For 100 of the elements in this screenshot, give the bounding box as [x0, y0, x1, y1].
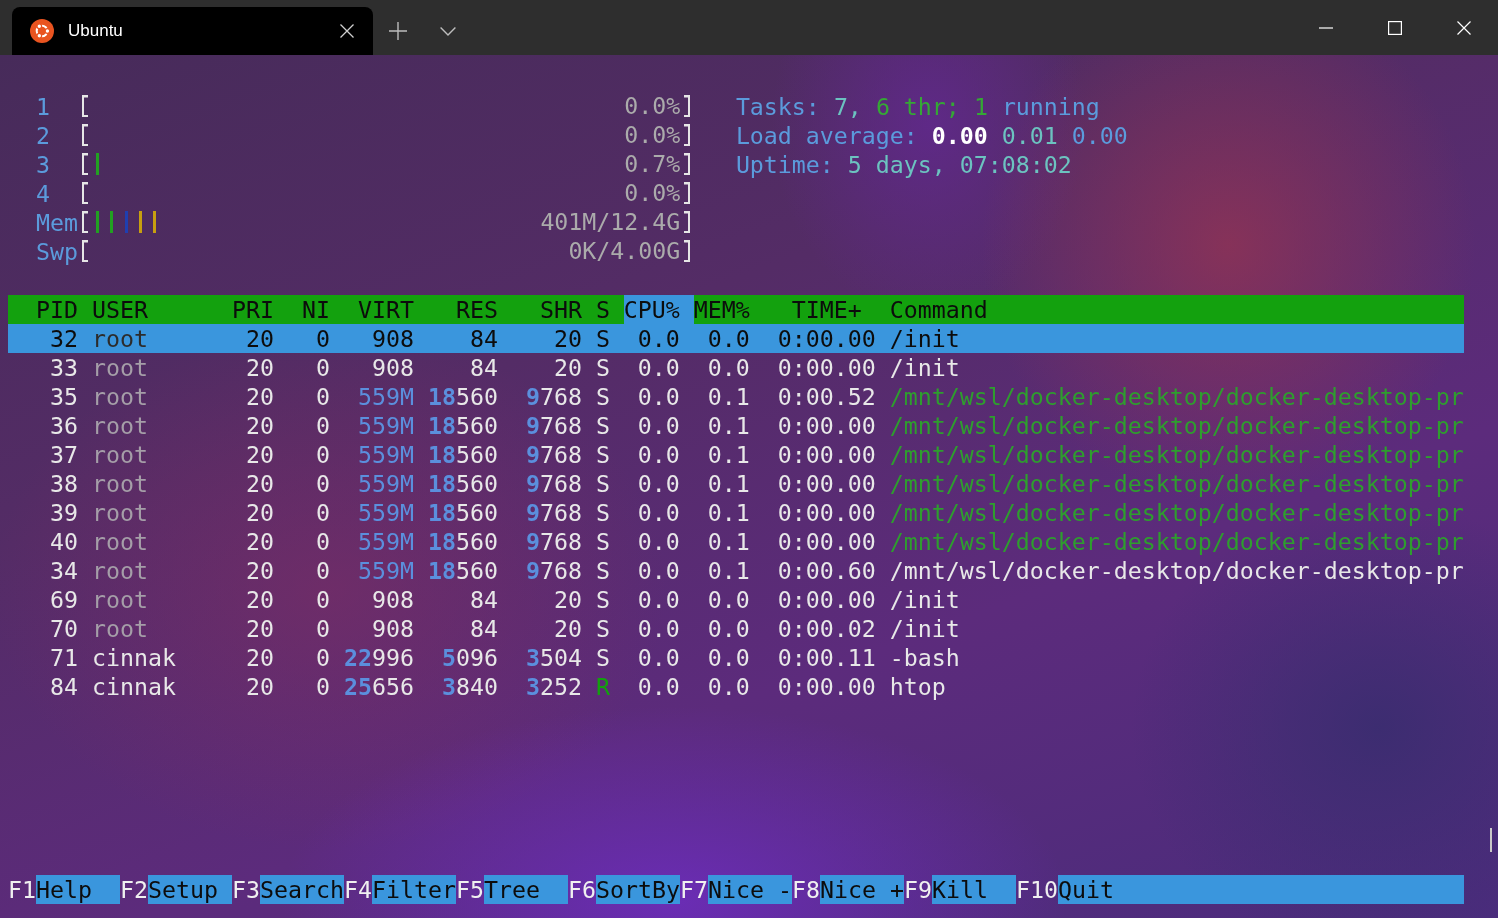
column-header[interactable]: CPU% [623, 294, 694, 324]
nice-value: 0 [315, 352, 330, 382]
resident-memory: 84 [469, 323, 498, 353]
process-row[interactable]: 39 root 20 0 559M 18560 9768 S 0.0 0.1 0:00.00 /mnt/wsl/docker-desktop/docker-desktop-pr [8, 497, 1464, 527]
memory-percent: 0.1 [707, 526, 750, 556]
command-text: /mnt/wsl/docker-desktop/docker-desktop-pr [889, 381, 1464, 411]
command-text: /mnt/wsl/docker-desktop/docker-desktop-pr [889, 497, 1464, 527]
scrollbar-thumb[interactable] [1490, 828, 1492, 852]
priority-value: 20 [245, 410, 274, 440]
meter-label: 2 [36, 120, 50, 150]
nice-value: 0 [315, 526, 330, 556]
process-row[interactable]: 84 cinnak 20 0 25656 3840 3252 R 0.0 0.0 0:00.00 htop [8, 671, 1464, 701]
state-letter: S [595, 642, 610, 672]
column-header[interactable]: S [595, 294, 610, 324]
process-id: 33 [50, 352, 78, 382]
cpu-percent: 0.0 [637, 555, 680, 585]
meter-label: Mem [36, 207, 78, 237]
cpu-percent: 0.0 [637, 613, 680, 643]
process-id: 36 [50, 410, 78, 440]
virtual-memory: 559M [357, 555, 414, 585]
user-name: root [92, 584, 148, 614]
priority-value: 20 [245, 381, 274, 411]
command-text: /init [889, 352, 960, 382]
memory-percent: 0.1 [707, 381, 750, 411]
process-row[interactable]: 36 root 20 0 559M 18560 9768 S 0.0 0.1 0:00.00 /mnt/wsl/docker-desktop/docker-desktop-pr [8, 410, 1464, 440]
process-id: 69 [50, 584, 78, 614]
meter-value: 0K/4.00G [568, 240, 681, 262]
cpu-time: 0:00.00 [777, 352, 876, 382]
command-text: -bash [889, 642, 960, 672]
cpu-percent: 0.0 [637, 468, 680, 498]
process-row[interactable]: 69 root 20 0 908 84 20 S 0.0 0.0 0:00.00 /init [8, 584, 1464, 614]
column-header[interactable]: TIME+ [791, 294, 862, 324]
process-id: 84 [50, 671, 78, 701]
user-name: cinnak [92, 671, 176, 701]
column-header[interactable]: SHR [539, 294, 582, 324]
column-header[interactable]: PRI [231, 294, 274, 324]
priority-value: 20 [245, 323, 274, 353]
virtual-memory: 559M [357, 497, 414, 527]
nice-value: 0 [315, 410, 330, 440]
column-header[interactable]: RES [455, 294, 498, 324]
priority-value: 20 [245, 468, 274, 498]
state-letter: S [595, 526, 610, 556]
resident-memory: 18560 [427, 497, 498, 527]
process-row[interactable]: 38 root 20 0 559M 18560 9768 S 0.0 0.1 0:00.00 /mnt/wsl/docker-desktop/docker-desktop-pr [8, 468, 1464, 498]
meter-value: 0.0% [624, 124, 681, 146]
state-letter: S [595, 352, 610, 382]
process-row[interactable]: 34 root 20 0 559M 18560 9768 S 0.0 0.1 0:00.60 /mnt/wsl/docker-desktop/docker-desktop-pr [8, 555, 1464, 585]
close-icon [1456, 20, 1471, 35]
virtual-memory: 908 [371, 613, 414, 643]
shared-memory: 9768 [525, 439, 582, 469]
process-row[interactable]: 71 cinnak 20 0 22996 5096 3504 S 0.0 0.0 0:00.11 -bash [8, 642, 1464, 672]
cpu-percent: 0.0 [637, 381, 680, 411]
process-id: 37 [50, 439, 78, 469]
process-id: 35 [50, 381, 78, 411]
process-id: 40 [50, 526, 78, 556]
column-header[interactable]: MEM% [693, 294, 750, 324]
process-row[interactable]: 35 root 20 0 559M 18560 9768 S 0.0 0.1 0:00.52 /mnt/wsl/docker-desktop/docker-desktop-pr [8, 381, 1464, 411]
state-letter: S [595, 439, 610, 469]
nice-value: 0 [315, 671, 330, 701]
column-header[interactable]: PID [36, 294, 78, 324]
priority-value: 20 [245, 584, 274, 614]
shared-memory: 20 [553, 323, 582, 353]
user-name: root [92, 468, 148, 498]
column-header[interactable]: Command [889, 294, 988, 324]
virtual-memory: 908 [371, 352, 414, 382]
shared-memory: 9768 [525, 526, 582, 556]
nice-value: 0 [315, 613, 330, 643]
command-text: /init [889, 613, 960, 643]
nice-value: 0 [315, 439, 330, 469]
cpu-time: 0:00.60 [777, 555, 876, 585]
command-text: /mnt/wsl/docker-desktop/docker-desktop-pr [889, 468, 1464, 498]
process-row[interactable]: 32 root 20 0 908 84 20 S 0.0 0.0 0:00.00 /init [8, 323, 1464, 353]
cpu-time: 0:00.00 [777, 410, 876, 440]
meter-label: 3 [36, 149, 50, 179]
user-name: root [92, 381, 148, 411]
virtual-memory: 559M [357, 526, 414, 556]
priority-value: 20 [245, 352, 274, 382]
resident-memory: 84 [469, 584, 498, 614]
process-row[interactable]: 37 root 20 0 559M 18560 9768 S 0.0 0.1 0:00.00 /mnt/wsl/docker-desktop/docker-desktop-pr [8, 439, 1464, 469]
close-tab-button[interactable] [340, 24, 354, 38]
terminal-tab[interactable]: Ubuntu [12, 7, 373, 55]
command-text: /mnt/wsl/docker-desktop/docker-desktop-pr [889, 526, 1464, 556]
process-row[interactable]: 70 root 20 0 908 84 20 S 0.0 0.0 0:00.02 /init [8, 613, 1464, 643]
nice-value: 0 [315, 584, 330, 614]
memory-percent: 0.1 [707, 497, 750, 527]
priority-value: 20 [245, 497, 274, 527]
memory-percent: 0.1 [707, 439, 750, 469]
process-row[interactable]: 40 root 20 0 559M 18560 9768 S 0.0 0.1 0:00.00 /mnt/wsl/docker-desktop/docker-desktop-pr [8, 526, 1464, 556]
column-header[interactable]: VIRT [357, 294, 414, 324]
process-row[interactable]: 33 root 20 0 908 84 20 S 0.0 0.0 0:00.00 /init [8, 352, 1464, 382]
summary-line: Tasks: 7, 6 thr; 1 running [735, 91, 1101, 121]
user-name: root [92, 352, 148, 382]
column-header[interactable]: USER [92, 294, 148, 324]
resident-memory: 3840 [441, 671, 498, 701]
user-name: root [92, 555, 148, 585]
plus-icon [389, 22, 407, 40]
memory-percent: 0.1 [707, 555, 750, 585]
column-header[interactable]: NI [301, 294, 330, 324]
cpu-time: 0:00.00 [777, 526, 876, 556]
resident-memory: 18560 [427, 381, 498, 411]
